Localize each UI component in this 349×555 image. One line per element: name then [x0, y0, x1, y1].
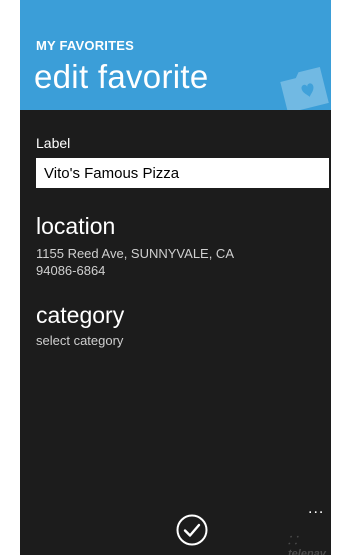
- category-title[interactable]: category: [36, 302, 124, 329]
- telenav-logo-mark: ⸬: [288, 535, 298, 547]
- telenav-logo: ⸬ telenav: [288, 533, 331, 555]
- location-address-line2[interactable]: 94086-6864: [36, 262, 105, 279]
- category-select[interactable]: select category: [36, 332, 123, 349]
- phone-screen: MY FAVORITES edit favorite Label locatio…: [20, 0, 331, 555]
- location-title[interactable]: location: [36, 213, 115, 240]
- folder-heart-icon: [280, 66, 329, 110]
- page-title: edit favorite: [34, 58, 209, 95]
- location-address-line1[interactable]: 1155 Reed Ave, SUNNYVALE, CA: [36, 245, 234, 262]
- check-circle-icon[interactable]: [175, 513, 209, 547]
- app-title: MY FAVORITES: [36, 38, 134, 53]
- more-options-button[interactable]: ...: [308, 500, 324, 518]
- label-field-caption: Label: [36, 135, 71, 151]
- page-header: MY FAVORITES edit favorite: [20, 0, 331, 110]
- label-input[interactable]: [36, 158, 329, 188]
- telenav-logo-text: telenav: [288, 548, 326, 555]
